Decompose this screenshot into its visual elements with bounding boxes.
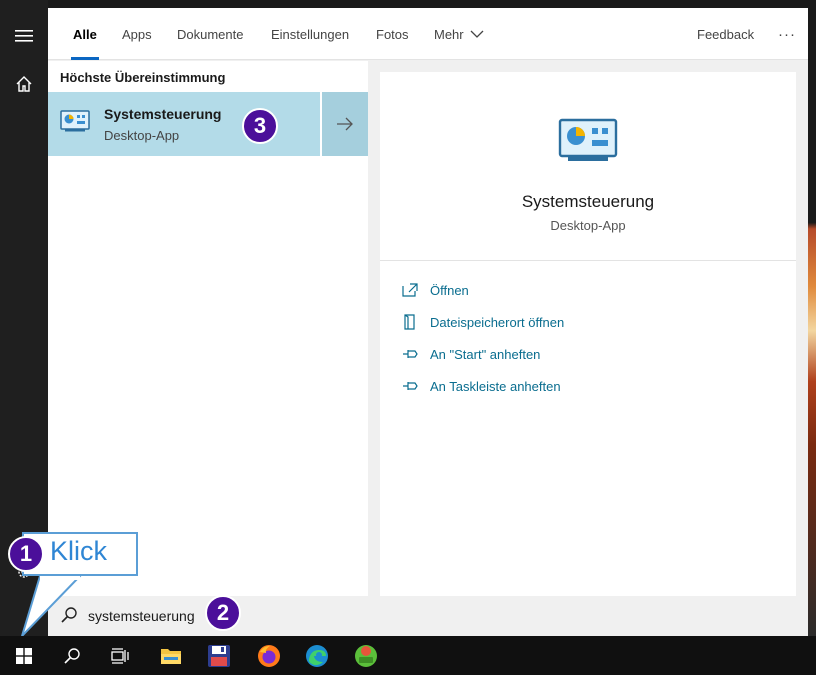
section-title: Höchste Übereinstimmung (60, 70, 226, 85)
action-label: An Taskleiste anheften (430, 378, 561, 394)
chevron-down-icon (470, 30, 484, 38)
tab-all[interactable]: Alle (71, 8, 99, 60)
results-list: Höchste Übereinstimmung Systemsteuerung … (48, 61, 368, 596)
feedback-link[interactable]: Feedback (697, 8, 754, 60)
tab-label: Alle (73, 26, 97, 42)
pin-to-start-action[interactable]: An "Start" anheften (402, 344, 540, 364)
callout-joint (40, 576, 80, 580)
action-label: Dateispeicherort öffnen (430, 314, 565, 330)
tab-settings[interactable]: Einstellungen (271, 8, 349, 60)
tab-more[interactable]: Mehr (434, 8, 484, 60)
windows-start-icon (16, 647, 32, 664)
more-options-icon: ··· (778, 25, 796, 43)
start-button[interactable] (0, 636, 48, 675)
edge-button[interactable] (293, 636, 341, 675)
taskbar (0, 636, 816, 675)
firefox-icon (258, 644, 280, 667)
search-box[interactable]: systemsteuerung (48, 596, 808, 636)
open-file-location-action[interactable]: Dateispeicherort öffnen (402, 312, 564, 332)
tab-label: Apps (122, 26, 152, 42)
arrow-right-icon (337, 117, 353, 131)
control-panel-icon (558, 118, 618, 161)
edge-icon (306, 644, 328, 667)
desktop-background (808, 0, 816, 636)
file-explorer-button[interactable] (147, 636, 195, 675)
save-app-button[interactable] (195, 636, 243, 675)
tab-label: Mehr (434, 26, 464, 42)
pos-app-button[interactable] (342, 636, 390, 675)
step-marker-1: 1 (8, 536, 44, 572)
search-icon (64, 647, 80, 664)
best-match-subtitle: Desktop-App (104, 128, 180, 143)
save-app-icon (208, 644, 230, 667)
expand-arrow-button[interactable] (320, 92, 368, 156)
action-label: Öffnen (430, 282, 469, 298)
hamburger-menu-icon[interactable] (0, 12, 48, 60)
divider (380, 260, 796, 261)
home-icon[interactable] (0, 60, 48, 108)
best-match-title: Systemsteuerung (104, 106, 222, 122)
tab-apps[interactable]: Apps (122, 8, 152, 60)
control-panel-icon (60, 110, 90, 132)
feedback-label: Feedback (697, 26, 755, 42)
detail-pane: Systemsteuerung Desktop-App Öffnen Datei… (380, 72, 796, 596)
tab-documents[interactable]: Dokumente (177, 8, 243, 60)
detail-subtitle: Desktop-App (550, 218, 626, 233)
pin-icon (403, 350, 418, 358)
open-icon (402, 283, 418, 297)
best-match-item[interactable]: Systemsteuerung Desktop-App (48, 92, 368, 156)
pos-app-icon (355, 644, 377, 667)
taskbar-search-button[interactable] (48, 636, 96, 675)
search-panel: Alle Apps Dokumente Einstellungen Fotos … (48, 8, 808, 636)
tab-label: Einstellungen (271, 26, 350, 42)
task-view-button[interactable] (96, 636, 144, 675)
firefox-button[interactable] (245, 636, 293, 675)
task-view-icon (111, 647, 129, 664)
step-marker-3: 3 (242, 108, 278, 144)
tab-bar: Alle Apps Dokumente Einstellungen Fotos … (48, 8, 808, 60)
tab-label: Fotos (376, 26, 409, 42)
action-label: An "Start" anheften (430, 346, 541, 362)
tab-label: Dokumente (177, 26, 244, 42)
callout-label: Klick (50, 536, 108, 566)
tab-photos[interactable]: Fotos (376, 8, 409, 60)
detail-title: Systemsteuerung (521, 192, 655, 211)
file-explorer-icon (161, 648, 181, 664)
pin-to-taskbar-action[interactable]: An Taskleiste anheften (402, 376, 561, 396)
file-location-icon (404, 314, 415, 330)
step-marker-2: 2 (205, 595, 241, 631)
open-action[interactable]: Öffnen (402, 280, 469, 300)
more-options-button[interactable]: ··· (778, 8, 796, 60)
pin-icon (403, 382, 418, 390)
